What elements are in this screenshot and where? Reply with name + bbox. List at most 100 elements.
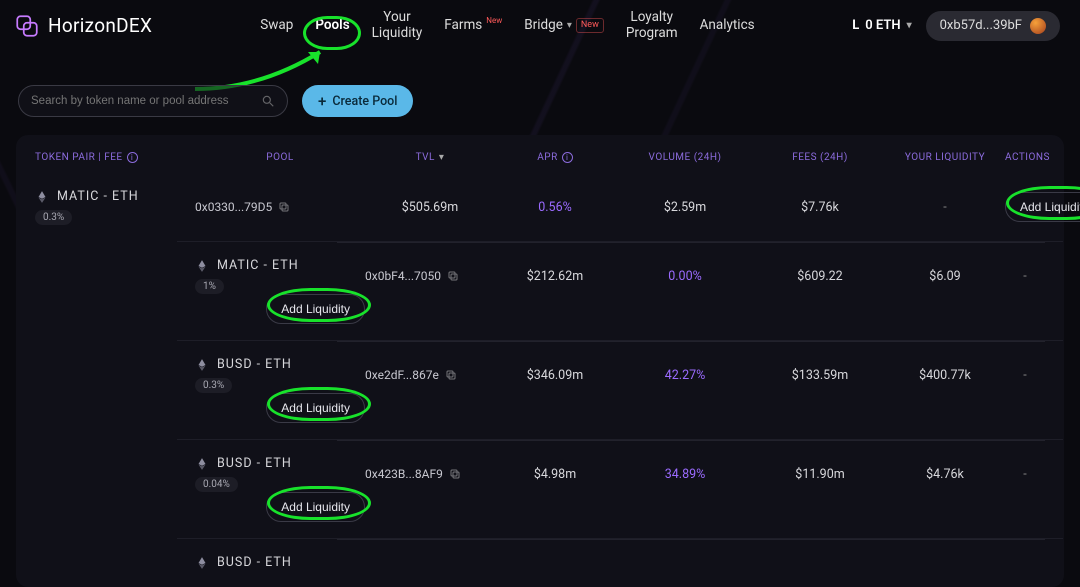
table-row: BUSD - ETH 0.04% 0x423B...8AF9 $4.98m 34…: [177, 439, 1063, 538]
top-nav: HorizonDEX Swap Pools Your Liquidity Far…: [0, 0, 1080, 55]
tvl-value: $212.62m: [495, 269, 615, 284]
nav-your-liquidity[interactable]: Your Liquidity: [372, 10, 423, 41]
pool-address[interactable]: 0x0bF4...7050: [365, 269, 495, 283]
actions-cell: Add Liquidity: [195, 294, 365, 324]
eth-icon: [195, 556, 209, 570]
wallet-address[interactable]: 0xb57d...39bF: [926, 11, 1060, 41]
info-icon: i: [562, 152, 573, 163]
your-liquidity-value: -: [1005, 467, 1045, 482]
th-vol[interactable]: VOLUME (24H): [615, 152, 755, 163]
wallet-avatar-icon: [1030, 18, 1046, 34]
add-liquidity-button[interactable]: Add Liquidity: [1005, 192, 1080, 222]
table-row: MATIC - ETH 1% 0x0bF4...7050 $212.62m 0.…: [177, 241, 1063, 340]
new-badge-icon: New: [576, 18, 604, 32]
pools-table: TOKEN PAIR | FEEi POOL TVL ▾ APR i VOLUM…: [16, 135, 1064, 587]
add-liquidity-button[interactable]: Add Liquidity: [266, 294, 365, 324]
volume-value: $133.59m: [755, 368, 885, 383]
nav-swap[interactable]: Swap: [260, 18, 293, 34]
fees-value: $4.76k: [885, 467, 1005, 482]
copy-icon[interactable]: [278, 201, 290, 213]
pair-text: MATIC - ETH: [57, 189, 139, 204]
new-badge-icon: New: [486, 16, 502, 25]
th-apr[interactable]: APR i: [495, 152, 615, 163]
your-liquidity-value: -: [1005, 368, 1045, 383]
nav-bridge[interactable]: Bridge ▾ New: [524, 18, 604, 34]
eth-icon: [35, 190, 49, 204]
table-header: TOKEN PAIR | FEEi POOL TVL ▾ APR i VOLUM…: [17, 146, 1063, 173]
search-icon: [261, 94, 275, 108]
nav-analytics[interactable]: Analytics: [700, 18, 755, 34]
chevron-down-icon: ▾: [907, 20, 912, 31]
nav-pools[interactable]: Pools: [315, 18, 349, 34]
chevron-down-icon: ▾: [439, 152, 445, 163]
tools-row: + Create Pool: [0, 55, 1080, 135]
actions-cell: Add Liquidity: [1005, 192, 1080, 222]
brand-logo[interactable]: HorizonDEX: [14, 13, 152, 39]
pair-cell: MATIC - ETH 1%: [195, 258, 365, 294]
apr-value: 34.89%: [615, 467, 755, 482]
brand-text: HorizonDEX: [48, 14, 152, 37]
apr-value: 0.56%: [495, 200, 615, 215]
volume-value: $609.22: [755, 269, 885, 284]
copy-icon[interactable]: [449, 468, 461, 480]
nav-loyalty[interactable]: Loyalty Program: [626, 10, 678, 41]
tvl-value: $346.09m: [495, 368, 615, 383]
fee-badge: 0.3%: [195, 378, 232, 393]
chevron-down-icon: ▾: [567, 20, 572, 32]
logo-icon: [14, 13, 40, 39]
nav-right: L 0 ETH ▾ 0xb57d...39bF: [852, 11, 1060, 41]
pair-cell: BUSD - ETH 0.04%: [195, 456, 365, 492]
fees-value: $7.76k: [755, 200, 885, 215]
table-row: MATIC - ETH 0.3% 0x0330...79D5 $505.69m …: [17, 173, 1063, 241]
th-tvl[interactable]: TVL ▾: [365, 152, 495, 163]
search-input-wrap[interactable]: [18, 85, 288, 117]
add-liquidity-button[interactable]: Add Liquidity: [266, 492, 365, 522]
pair-cell: BUSD - ETH: [195, 555, 365, 570]
apr-value: 42.27%: [615, 368, 755, 383]
pair-cell: BUSD - ETH 0.3%: [195, 357, 365, 393]
eth-icon: [195, 457, 209, 471]
copy-icon[interactable]: [447, 270, 459, 282]
tvl-value: $4.98m: [495, 467, 615, 482]
balance-text: 0 ETH: [865, 18, 900, 33]
tvl-value: $505.69m: [365, 200, 495, 215]
th-actions: ACTIONS: [1005, 152, 1050, 163]
pair-text: BUSD - ETH: [217, 357, 292, 372]
create-pool-label: Create Pool: [332, 94, 397, 109]
eth-icon: [195, 358, 209, 372]
fees-value: $400.77k: [885, 368, 1005, 383]
th-pair[interactable]: TOKEN PAIR | FEEi: [35, 152, 195, 163]
fee-badge: 1%: [195, 279, 224, 294]
pool-address[interactable]: 0x423B...8AF9: [365, 467, 495, 481]
chain-balance[interactable]: L 0 ETH ▾: [852, 18, 911, 33]
pair-cell: MATIC - ETH 0.3%: [35, 189, 195, 225]
pair-text: BUSD - ETH: [217, 555, 292, 570]
table-row: BUSD - ETH: [177, 538, 1063, 586]
info-icon: i: [127, 152, 138, 163]
table-row: BUSD - ETH 0.3% 0xe2dF...867e $346.09m 4…: [177, 340, 1063, 439]
search-input[interactable]: [31, 95, 253, 107]
your-liquidity-value: -: [885, 200, 1005, 215]
add-liquidity-button[interactable]: Add Liquidity: [266, 393, 365, 423]
pair-text: BUSD - ETH: [217, 456, 292, 471]
pair-text: MATIC - ETH: [217, 258, 299, 273]
volume-value: $2.59m: [615, 200, 755, 215]
th-your-liquidity[interactable]: YOUR LIQUIDITY: [885, 152, 1005, 163]
copy-icon[interactable]: [445, 369, 457, 381]
th-pool[interactable]: POOL: [195, 152, 365, 163]
nav-farms[interactable]: Farms New: [444, 18, 502, 34]
create-pool-button[interactable]: + Create Pool: [302, 85, 413, 117]
eth-icon: [195, 259, 209, 273]
actions-cell: Add Liquidity: [195, 492, 365, 522]
apr-value: 0.00%: [615, 269, 755, 284]
pool-address[interactable]: 0xe2dF...867e: [365, 368, 495, 382]
actions-cell: Add Liquidity: [195, 393, 365, 423]
chain-icon: L: [852, 18, 859, 33]
fee-badge: 0.3%: [35, 210, 72, 225]
pool-address[interactable]: 0x0330...79D5: [195, 200, 365, 214]
your-liquidity-value: -: [1005, 269, 1045, 284]
volume-value: $11.90m: [755, 467, 885, 482]
address-text: 0xb57d...39bF: [940, 18, 1022, 33]
nav-items: Swap Pools Your Liquidity Farms New Brid…: [260, 10, 754, 41]
th-fees[interactable]: FEES (24H): [755, 152, 885, 163]
